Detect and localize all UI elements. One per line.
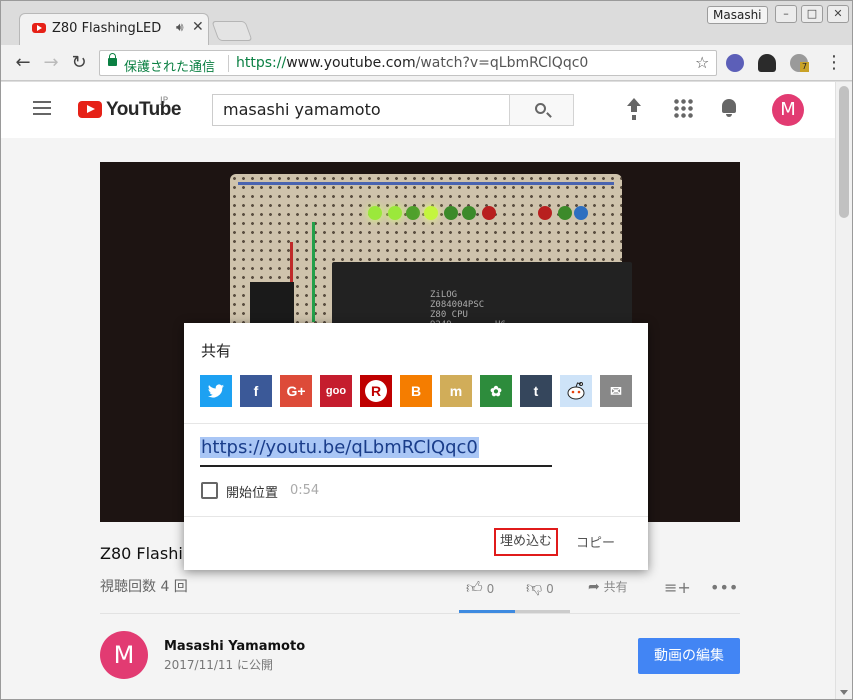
share-mixi-icon[interactable]: m bbox=[440, 375, 472, 407]
thumbs-up-icon: 👍︎ bbox=[466, 578, 483, 597]
address-bar[interactable]: 保護された通信 https://www.youtube.com/watch?v=… bbox=[99, 50, 717, 76]
tab-title: Z80 FlashingLED bbox=[52, 21, 162, 36]
dislike-button[interactable]: 👎︎ 0 bbox=[526, 578, 554, 598]
browser-window: Z80 FlashingLED 🔊︎ ✕ Masashi – □ ✕ ← → ↻… bbox=[0, 0, 853, 700]
share-email-icon[interactable]: ✉ bbox=[600, 375, 632, 407]
share-dialog: 共有 f G+ goo R Bm ✿ t ✉ https://youtu.be/qLbmRCl… bbox=[184, 323, 648, 570]
share-twitter-icon[interactable] bbox=[200, 375, 232, 407]
tab-close-icon[interactable]: ✕ bbox=[192, 19, 204, 35]
search-button[interactable] bbox=[509, 94, 574, 126]
youtube-masthead: YouTube JP masashi yamamoto M bbox=[1, 82, 835, 138]
minimize-button[interactable]: – bbox=[775, 5, 797, 23]
browser-toolbar: ← → ↻ 保護された通信 https://www.youtube.com/wa… bbox=[1, 45, 852, 81]
thumbs-down-icon: 👎︎ bbox=[526, 578, 543, 597]
new-tab-button[interactable] bbox=[211, 21, 253, 41]
add-to-playlist-icon[interactable]: ≡+ bbox=[664, 578, 691, 597]
video-actions: 👍︎ 0 👎︎ 0 ➦ 共有 ≡+ ••• bbox=[466, 578, 746, 598]
share-ameba-icon[interactable]: ✿ bbox=[480, 375, 512, 407]
share-google-plus-icon[interactable]: G+ bbox=[280, 375, 312, 407]
scroll-thumb[interactable] bbox=[839, 86, 849, 218]
share-arrow-icon: ➦ bbox=[588, 579, 600, 595]
share-blogger-icon[interactable]: B bbox=[400, 375, 432, 407]
youtube-play-icon bbox=[78, 101, 102, 118]
view-count: 視聴回数 4 回 bbox=[100, 579, 188, 595]
profile-badge[interactable]: Masashi bbox=[707, 6, 768, 24]
search-input[interactable]: masashi yamamoto bbox=[212, 94, 510, 126]
youtube-favicon-icon bbox=[32, 23, 46, 33]
like-button[interactable]: 👍︎ 0 bbox=[466, 578, 494, 598]
upload-icon[interactable] bbox=[624, 98, 644, 118]
maximize-button[interactable]: □ bbox=[801, 5, 823, 23]
share-facebook-icon[interactable]: f bbox=[240, 375, 272, 407]
reload-icon[interactable]: ↻ bbox=[69, 52, 89, 73]
apps-grid-icon[interactable] bbox=[673, 98, 693, 118]
browser-tab[interactable]: Z80 FlashingLED 🔊︎ ✕ bbox=[19, 13, 209, 45]
start-time-value[interactable]: 0:54 bbox=[290, 483, 319, 498]
extension-badge: 7 bbox=[800, 62, 810, 72]
publish-date: 2017/11/11 に公開 bbox=[164, 658, 273, 672]
dialog-title: 共有 bbox=[201, 342, 232, 360]
share-button[interactable]: ➦ 共有 bbox=[588, 578, 628, 595]
more-actions-icon[interactable]: ••• bbox=[710, 578, 738, 597]
scroll-down-arrow-icon[interactable] bbox=[840, 690, 848, 695]
video-title: Z80 Flashi bbox=[100, 544, 183, 563]
back-arrow-icon[interactable]: ← bbox=[13, 52, 33, 73]
audio-playing-icon[interactable]: 🔊︎ bbox=[176, 20, 184, 35]
share-goo-icon[interactable]: goo bbox=[320, 375, 352, 407]
browser-menu-icon[interactable]: ⋮ bbox=[825, 52, 843, 73]
search-icon bbox=[535, 103, 546, 114]
lock-icon bbox=[108, 53, 117, 66]
url-separator bbox=[228, 55, 229, 72]
embed-button[interactable]: 埋め込む bbox=[494, 528, 558, 556]
start-at-label: 開始位置 bbox=[226, 486, 279, 501]
share-rakuten-icon[interactable]: R bbox=[360, 375, 392, 407]
page-viewport: YouTube JP masashi yamamoto M ZiLOG Z084… bbox=[1, 82, 835, 699]
extension-cloud-icon[interactable] bbox=[758, 54, 776, 72]
forward-arrow-icon[interactable]: → bbox=[41, 52, 61, 73]
extension-globe-icon[interactable] bbox=[726, 54, 744, 72]
channel-name[interactable]: Masashi Yamamoto bbox=[164, 639, 305, 654]
start-at-checkbox[interactable] bbox=[201, 482, 218, 499]
edit-video-button[interactable]: 動画の編集 bbox=[638, 638, 740, 674]
notifications-bell-icon[interactable] bbox=[719, 98, 739, 118]
share-url-field[interactable]: https://youtu.be/qLbmRClQqc0 bbox=[200, 437, 552, 467]
share-tumblr-icon[interactable]: t bbox=[520, 375, 552, 407]
extension-puzzle-icon[interactable]: 7 bbox=[790, 54, 810, 72]
tab-strip: Z80 FlashingLED 🔊︎ ✕ Masashi – □ ✕ bbox=[1, 1, 852, 45]
hamburger-menu-icon[interactable] bbox=[33, 101, 51, 115]
share-reddit-icon[interactable] bbox=[560, 375, 592, 407]
channel-avatar[interactable]: M bbox=[100, 631, 148, 679]
url-text[interactable]: https://www.youtube.com/watch?v=qLbmRClQ… bbox=[236, 55, 588, 71]
close-window-button[interactable]: ✕ bbox=[827, 5, 849, 23]
page-scrollbar[interactable] bbox=[835, 82, 852, 699]
bookmark-star-icon[interactable]: ☆ bbox=[695, 53, 709, 72]
copy-button[interactable]: コピー bbox=[576, 532, 615, 551]
secure-label: 保護された通信 bbox=[124, 60, 216, 75]
account-avatar[interactable]: M bbox=[772, 94, 804, 126]
